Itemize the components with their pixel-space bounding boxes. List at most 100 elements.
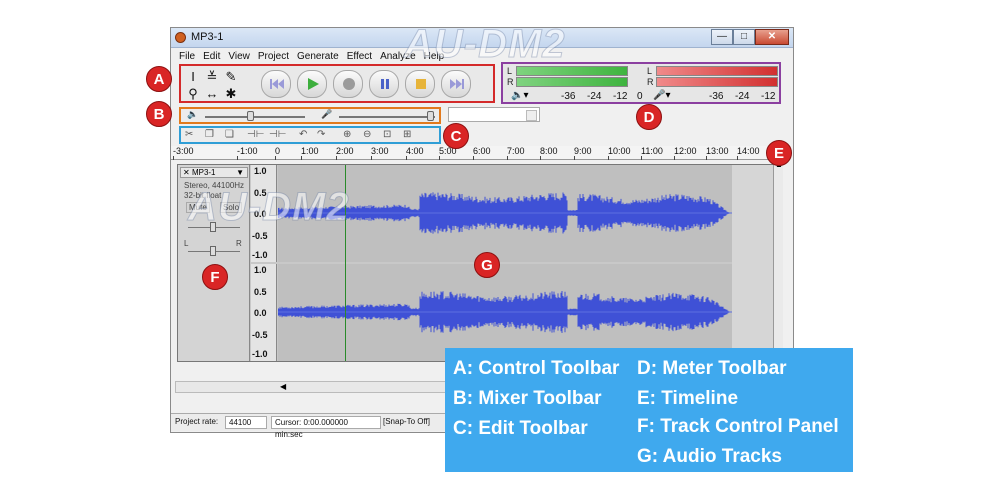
badge-f: F xyxy=(202,264,228,290)
menu-view[interactable]: View xyxy=(228,49,250,64)
output-volume-track[interactable] xyxy=(205,116,305,118)
close-button[interactable]: ✕ xyxy=(755,29,789,45)
play-button[interactable] xyxy=(297,70,327,98)
scale-label: -1.0 xyxy=(252,250,268,260)
stop-icon xyxy=(416,79,426,89)
record-icon xyxy=(343,78,355,90)
timeline-tick: 9:00 xyxy=(574,146,592,160)
zoom-in-icon[interactable]: ⊕ xyxy=(343,129,351,140)
project-rate-select[interactable]: 44100 xyxy=(225,416,267,429)
paste-icon[interactable]: ❏ xyxy=(225,129,234,140)
input-source-dropdown[interactable] xyxy=(448,107,540,122)
cursor-position: Cursor: 0:00.000000 min:sec xyxy=(271,416,381,439)
timeline-tick: 0 xyxy=(275,146,281,160)
output-volume-slider[interactable] xyxy=(247,111,254,121)
legend-timeline: E: Timeline xyxy=(637,388,739,409)
legend-box: A: Control Toolbar B: Mixer Toolbar C: E… xyxy=(445,348,853,472)
scale-label: -0.5 xyxy=(252,330,268,340)
timeline-tick: 7:00 xyxy=(507,146,525,160)
timeline-tick: 4:00 xyxy=(406,146,424,160)
playback-meter-left-label: L xyxy=(507,66,513,76)
selection-tool-icon[interactable]: I xyxy=(185,69,201,84)
timeline-tick: 1:00 xyxy=(301,146,319,160)
pause-button[interactable] xyxy=(369,70,399,98)
input-volume-track[interactable] xyxy=(339,116,435,118)
playback-scale-24: -24 xyxy=(587,91,602,102)
minimize-button[interactable]: — xyxy=(711,29,733,45)
watermark-middle: AU-DM2 xyxy=(188,185,350,230)
record-meter-right xyxy=(656,77,778,87)
multi-tool-icon[interactable]: ✱ xyxy=(223,86,239,101)
edit-toolbar: ✂ ❐ ❏ ⊣⊢ ⊣⊢ ↶ ↷ ⊕ ⊖ ⊡ ⊞ xyxy=(179,126,441,144)
record-meter-right-label: R xyxy=(647,77,654,87)
skip-to-start-button[interactable] xyxy=(261,70,291,98)
draw-tool-icon[interactable]: ✎ xyxy=(223,69,239,84)
legend-control-toolbar: A: Control Toolbar xyxy=(453,358,620,379)
track-close-icon[interactable]: ✕ xyxy=(183,168,190,177)
timeline-tick: 12:00 xyxy=(674,146,697,160)
menu-generate[interactable]: Generate xyxy=(297,49,339,64)
menu-edit[interactable]: Edit xyxy=(203,49,220,64)
playback-scale-12: -12 xyxy=(613,91,628,102)
playback-meter-left xyxy=(516,66,628,76)
scroll-left-icon[interactable]: ◀ xyxy=(280,382,286,391)
timeline-tick: 10:00 xyxy=(608,146,631,160)
menu-file[interactable]: File xyxy=(179,49,195,64)
pan-left-label: L xyxy=(184,239,189,248)
input-volume-icon: 🎤 xyxy=(321,109,333,119)
redo-icon[interactable]: ↷ xyxy=(317,129,325,140)
waveform-right-channel[interactable] xyxy=(278,264,732,361)
playback-scale-0: 0 xyxy=(637,91,643,102)
scale-label: 0.0 xyxy=(254,308,267,318)
record-button[interactable] xyxy=(333,70,363,98)
timeline-tick: 14:00 xyxy=(737,146,760,160)
snap-status: [Snap-To Off] xyxy=(383,417,430,426)
cut-icon[interactable]: ✂ xyxy=(185,129,193,140)
window-title: MP3-1 xyxy=(191,31,224,43)
input-volume-slider[interactable] xyxy=(427,111,434,121)
timeline-tick: -3:00 xyxy=(173,146,194,160)
zoom-tool-icon[interactable]: ⚲ xyxy=(185,86,201,101)
skip-to-end-button[interactable] xyxy=(441,70,471,98)
badge-c: C xyxy=(443,123,469,149)
legend-audio-tracks: G: Audio Tracks xyxy=(637,446,782,467)
microphone-icon[interactable]: 🎤▾ xyxy=(653,90,670,101)
undo-icon[interactable]: ↶ xyxy=(299,129,307,140)
track-name-menu[interactable]: ✕ MP3-1 ▼ xyxy=(180,167,248,178)
fit-selection-icon[interactable]: ⊡ xyxy=(383,129,391,140)
fit-project-icon[interactable]: ⊞ xyxy=(403,129,411,140)
menu-effect[interactable]: Effect xyxy=(347,49,372,64)
amplitude-scale-right: 1.0 0.5 0.0 -0.5 -1.0 xyxy=(251,264,277,361)
trim-icon[interactable]: ⊣⊢ xyxy=(247,129,264,140)
badge-d: D xyxy=(636,104,662,130)
timeline-tick: 2:00 xyxy=(336,146,354,160)
pan-slider[interactable] xyxy=(210,246,216,256)
time-shift-tool-icon[interactable]: ↔ xyxy=(204,86,220,101)
track-name: MP3-1 xyxy=(191,168,216,177)
envelope-tool-icon[interactable]: ≚ xyxy=(204,69,220,84)
menu-project[interactable]: Project xyxy=(258,49,289,64)
scale-label: 1.0 xyxy=(254,166,267,176)
record-scale-36: -36 xyxy=(709,91,724,102)
speaker-icon[interactable]: 🔈▾ xyxy=(511,90,528,101)
badge-b: B xyxy=(146,101,172,127)
playback-meter-right-label: R xyxy=(507,77,514,87)
legend-track-control-panel: F: Track Control Panel xyxy=(637,416,839,437)
zoom-out-icon[interactable]: ⊖ xyxy=(363,129,371,140)
timeline[interactable]: -3:00 -1:00 0 1:00 2:00 3:00 4:00 5:00 6… xyxy=(171,146,781,160)
badge-a: A xyxy=(146,66,172,92)
vertical-scrollbar[interactable]: ▲ xyxy=(773,160,783,362)
playback-scale-36: -36 xyxy=(561,91,576,102)
timeline-tick: 3:00 xyxy=(371,146,389,160)
copy-icon[interactable]: ❐ xyxy=(205,129,214,140)
maximize-button[interactable]: □ xyxy=(733,29,755,45)
record-scale-24: -24 xyxy=(735,91,750,102)
mixer-toolbar: 🔈 🎤 xyxy=(179,107,441,124)
tools-palette: I ≚ ✎ ⚲ ↔ ✱ xyxy=(183,68,239,101)
chevron-down-icon: ▼ xyxy=(236,168,244,177)
pause-icon xyxy=(381,79,389,89)
stop-button[interactable] xyxy=(405,70,435,98)
silence-icon[interactable]: ⊣⊢ xyxy=(269,129,286,140)
transport-buttons xyxy=(261,70,471,100)
annotated-screenshot: MP3-1 — □ ✕ File Edit View Project Gener… xyxy=(0,0,1000,500)
